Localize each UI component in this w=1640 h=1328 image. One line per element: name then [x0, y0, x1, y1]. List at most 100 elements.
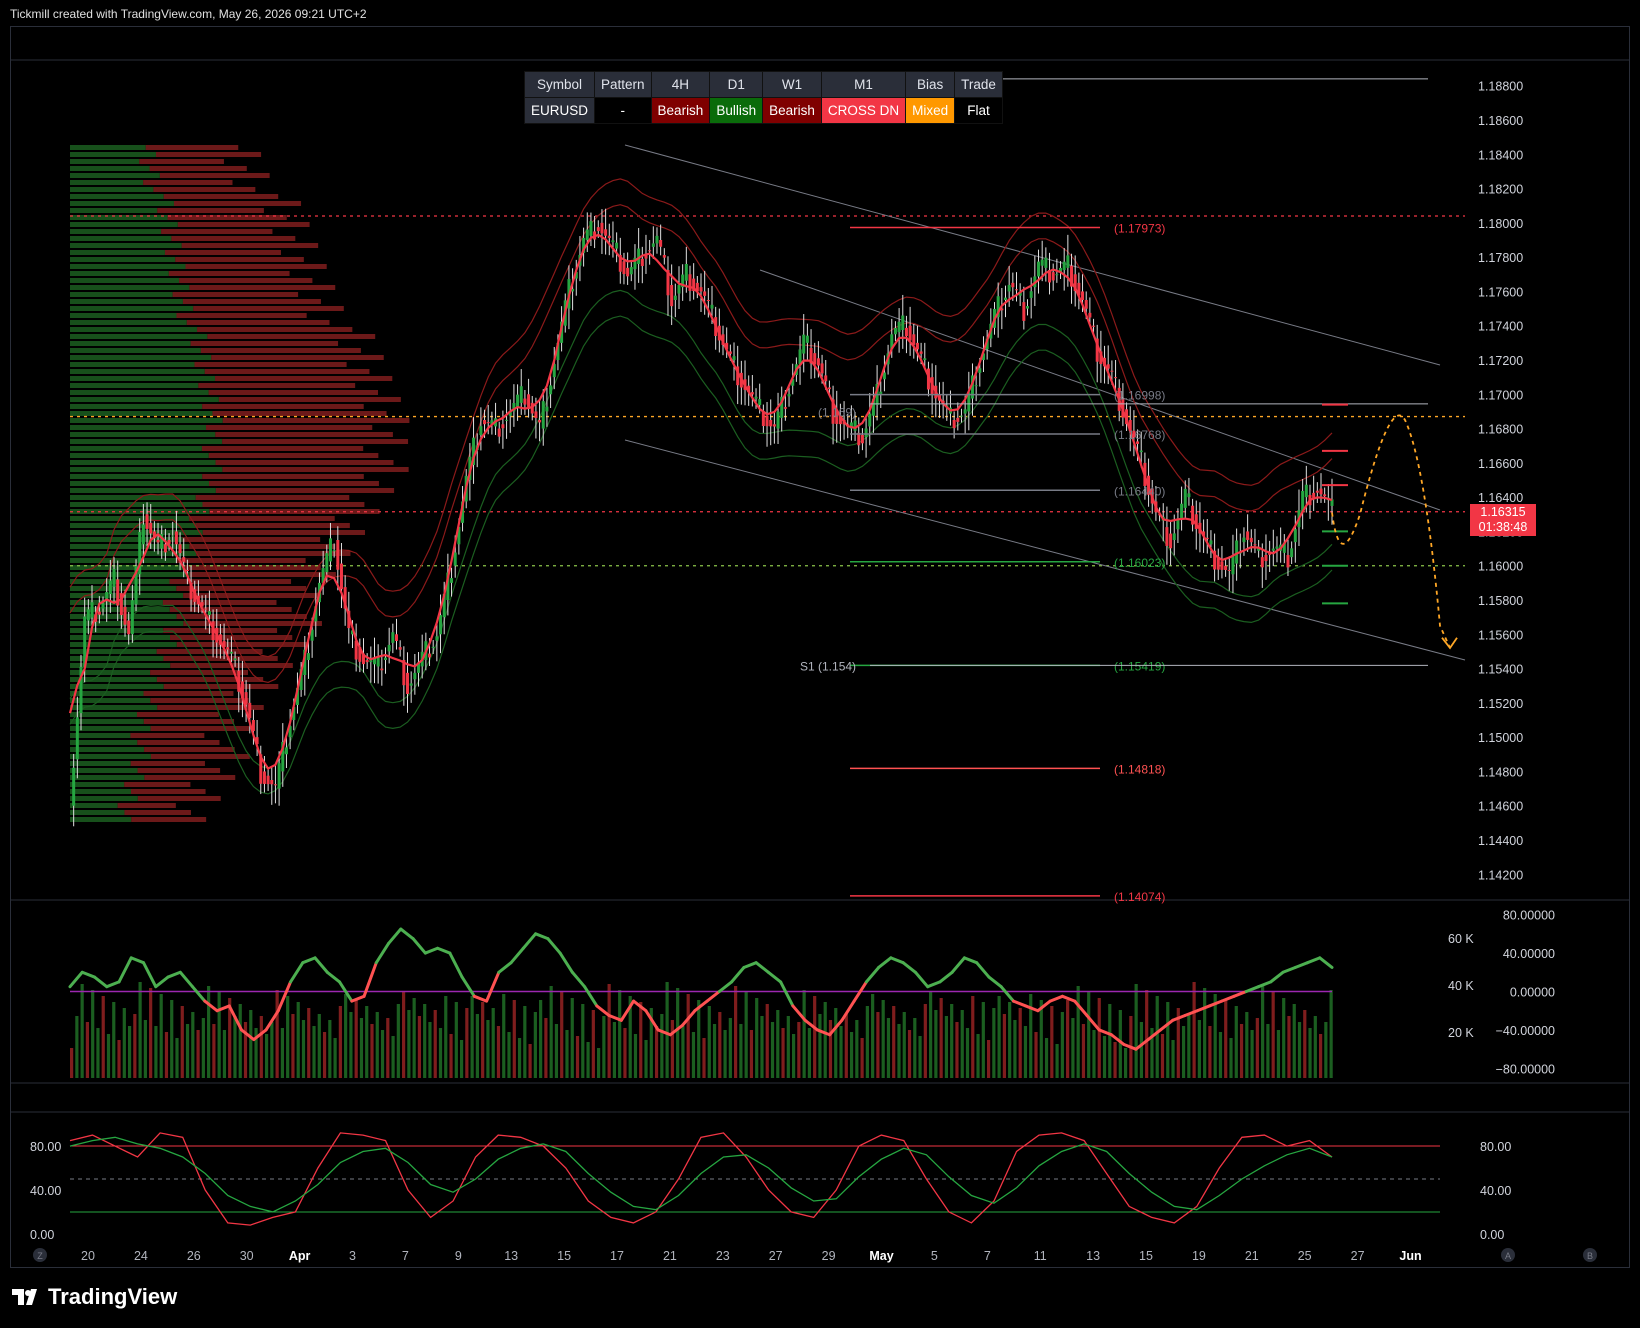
volume-profile-bar-sell	[183, 621, 322, 626]
volume-profile-bar-sell	[130, 789, 206, 794]
volume-bar	[344, 994, 348, 1078]
volume-bar	[981, 1002, 985, 1078]
volume-profile-bar-sell	[130, 761, 205, 766]
candle-body	[659, 240, 663, 247]
volume-bar	[1187, 1014, 1191, 1078]
oscillator-line-segment	[301, 956, 317, 965]
volume-profile-bar-sell	[179, 278, 313, 283]
oscillator-line-segment	[595, 1004, 611, 1018]
candle-body	[1275, 546, 1279, 549]
volume-bar	[860, 1038, 864, 1078]
volume-bar	[164, 1032, 169, 1078]
time-axis-label: 13	[504, 1249, 518, 1263]
candle-body	[1051, 272, 1055, 281]
volume-bar	[264, 1034, 269, 1078]
table-header-bias: Bias	[905, 71, 956, 98]
price-axis-label: 1.17000	[1478, 388, 1523, 402]
volume-profile-bar-buy	[70, 145, 146, 150]
level-label: (1.14074)	[1114, 890, 1165, 904]
candle-body	[1044, 257, 1048, 268]
volume-bar	[291, 1014, 295, 1078]
volume-profile-bar-sell	[222, 467, 409, 472]
volume-profile-bar-buy	[70, 334, 208, 339]
volume-bar	[133, 1014, 137, 1078]
volume-bar	[786, 1016, 790, 1078]
pivot-label: (1.169)	[818, 405, 856, 419]
candle-body	[182, 557, 186, 562]
volume-profile-bar-sell	[176, 614, 307, 619]
candle-body	[699, 287, 703, 292]
volume-profile-bar-sell	[137, 796, 221, 801]
stochastic-axis-label-left: 0.00	[30, 1228, 54, 1242]
candle-body	[1092, 325, 1096, 327]
volume-profile-bar-buy	[70, 803, 118, 808]
volume-bar	[602, 1016, 606, 1078]
pivot-label: S1 (1.154)	[800, 659, 856, 673]
candle-body	[1271, 548, 1275, 551]
volume-profile-bar-sell	[150, 754, 250, 759]
oscillator-line-segment	[472, 994, 489, 1003]
volume-profile-bar-buy	[70, 208, 158, 213]
oscillator-line-segment	[570, 970, 587, 989]
volume-bar	[712, 1024, 717, 1078]
trend-channel-upper	[624, 144, 1441, 366]
candle-body	[75, 717, 79, 760]
volume-profile-bar-buy	[70, 341, 191, 346]
oscillator-line-segment	[705, 990, 721, 1003]
candle-body	[384, 657, 387, 660]
time-axis-label: 7	[402, 1249, 409, 1263]
volume-profile-bar-sell	[176, 558, 306, 563]
table-value-symbol: EURUSD	[523, 97, 596, 124]
candle-body	[901, 315, 905, 330]
volume-bar	[992, 1008, 996, 1078]
oscillator-line-segment	[779, 980, 795, 1008]
volume-bar	[222, 1030, 227, 1078]
volume-profile-bar-sell	[150, 698, 249, 703]
candle-body	[824, 375, 828, 382]
candle-body	[758, 399, 762, 405]
volume-bar	[623, 1028, 627, 1078]
candle-body	[923, 358, 927, 360]
volume-bar	[776, 1010, 780, 1078]
volume-profile-bar-sell	[195, 523, 350, 528]
volume-profile-bar-buy	[70, 278, 180, 283]
volume-bar	[238, 1004, 242, 1078]
volume-profile-bar-buy	[70, 432, 216, 437]
volume-bar	[1239, 1024, 1244, 1078]
candle-body	[615, 242, 619, 249]
volume-bar	[496, 1026, 501, 1078]
volume-bar	[486, 1020, 490, 1078]
candle-body	[541, 401, 545, 429]
volume-profile-bar-sell	[197, 327, 353, 332]
oscillator-line-segment	[521, 932, 538, 950]
table-value-bias: Mixed	[905, 97, 956, 124]
stochastic-axis-label-left: 80.00	[30, 1140, 61, 1154]
volume-profile-bar-sell	[172, 292, 299, 297]
volume-bar	[734, 986, 738, 1078]
candle-body	[1264, 555, 1268, 562]
volume-bar	[633, 1034, 638, 1078]
candle-body	[596, 227, 600, 232]
candle-body	[365, 660, 369, 663]
volume-profile-bar-buy	[70, 509, 210, 514]
volume-profile-bar-buy	[70, 166, 150, 171]
volume-bar	[944, 1016, 949, 1078]
volume-bar	[834, 1008, 838, 1078]
volume-profile-bar-buy	[70, 488, 216, 493]
oscillator-line-segment	[999, 985, 1015, 1003]
time-axis-label: 15	[1139, 1249, 1153, 1263]
candle-body	[497, 428, 501, 437]
candle-body	[1007, 284, 1011, 292]
volume-bar	[960, 1010, 964, 1078]
candle-body	[97, 611, 101, 615]
candle-body	[1242, 537, 1246, 543]
candle-body	[1260, 557, 1264, 568]
price-axis-label: 1.15400	[1478, 663, 1523, 677]
volume-bar	[1034, 1032, 1038, 1078]
tradingview-logo[interactable]: TradingView	[12, 1284, 177, 1310]
volume-bar	[718, 1012, 722, 1078]
chart-canvas[interactable]: 1.18800 1.18600 1.18400 1.18200 1.18000 1.178…	[0, 0, 1640, 1328]
candle-body	[1224, 565, 1228, 570]
volume-profile-bar-buy	[70, 292, 173, 297]
volume-profile-bar-buy	[70, 796, 138, 801]
